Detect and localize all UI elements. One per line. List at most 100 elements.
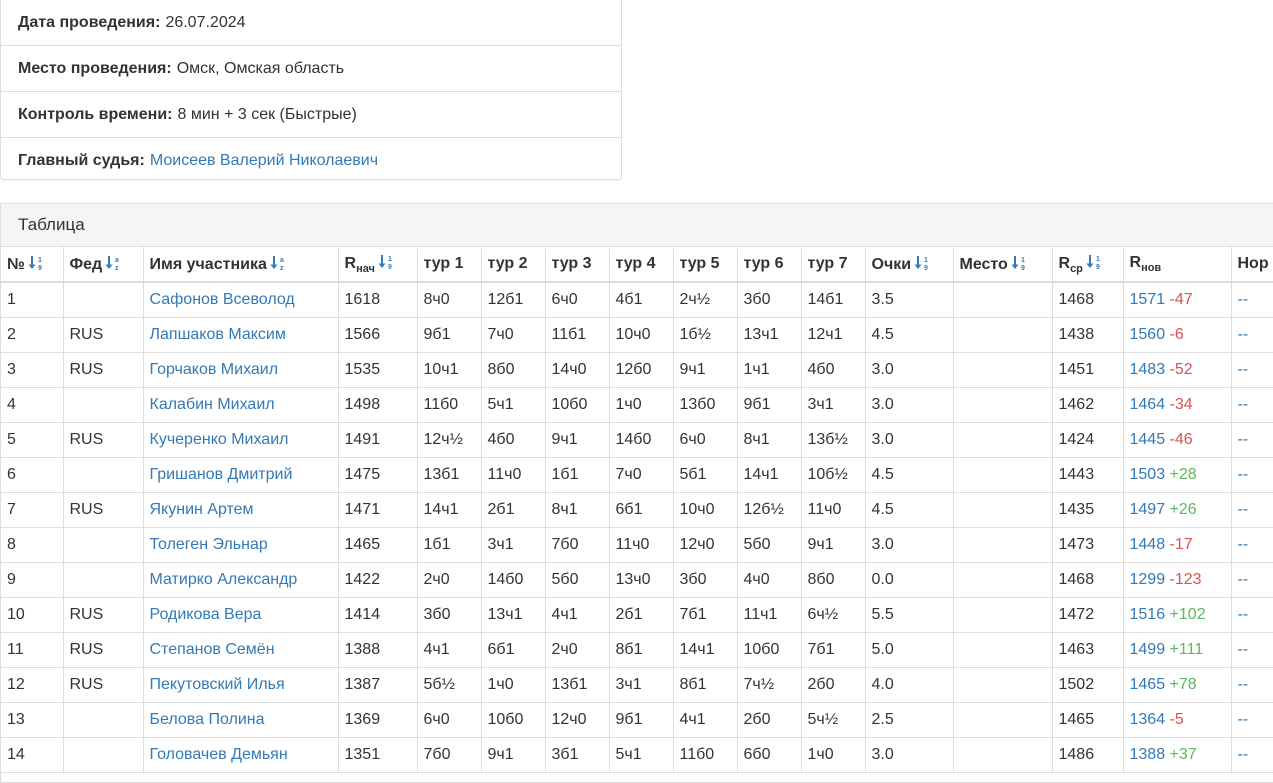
cell-points: 3.5 <box>864 282 954 318</box>
cell-norm[interactable]: -- <box>1230 702 1273 738</box>
cell-player-name[interactable]: Толеген Эльнар <box>142 527 339 563</box>
cell-player-name[interactable]: Пекутовский Илья <box>142 667 339 703</box>
col-header-name[interactable]: Имя участника a z <box>142 247 339 283</box>
svg-text:1: 1 <box>1096 256 1100 263</box>
cell-points: 5.5 <box>864 597 954 633</box>
rating-new-link[interactable]: 1388 <box>1130 746 1166 763</box>
cell-norm[interactable]: -- <box>1230 387 1273 423</box>
rating-new-link[interactable]: 1503 <box>1130 466 1166 483</box>
cell-norm[interactable]: -- <box>1230 667 1273 703</box>
sort-numeric-icon: 19 <box>914 255 928 271</box>
rating-new-link[interactable]: 1445 <box>1130 431 1166 448</box>
cell-rating-start: 1387 <box>337 667 418 703</box>
rating-new-link[interactable]: 1299 <box>1130 571 1166 588</box>
cell-norm[interactable]: -- <box>1230 597 1273 633</box>
cell-player-name[interactable]: Лапшаков Максим <box>142 317 339 353</box>
col-header-rating-start[interactable]: Rнач 1 9 <box>337 247 418 283</box>
cell-rating-start: 1491 <box>337 422 418 458</box>
time-control-label: Контроль времени: <box>18 105 173 123</box>
cell-round-1: 13б1 <box>416 457 482 493</box>
cell-round-5: 8б1 <box>672 667 738 703</box>
cell-norm[interactable]: -- <box>1230 737 1273 773</box>
cell-player-name[interactable]: Белова Полина <box>142 702 339 738</box>
sort-numeric-icon: 19 <box>378 254 392 270</box>
cell-player-name[interactable]: Якунин Артем <box>142 492 339 528</box>
cell-player-name[interactable]: Родикова Вера <box>142 597 339 633</box>
cell-round-5: 3б0 <box>672 562 738 598</box>
cell-round-4: 13ч0 <box>608 562 674 598</box>
cell-player-name[interactable]: Сафонов Всеволод <box>142 282 339 318</box>
cell-fed <box>62 562 144 598</box>
cell-round-2: 7ч0 <box>480 317 546 353</box>
rating-new-link[interactable]: 1560 <box>1130 326 1166 343</box>
cell-player-name[interactable]: Кучеренко Михаил <box>142 422 339 458</box>
cell-num: 1 <box>1 282 64 318</box>
cell-round-5: 11б0 <box>672 737 738 773</box>
rating-delta: +102 <box>1169 606 1206 623</box>
cell-fed <box>62 282 144 318</box>
cell-player-name[interactable]: Матирко Александр <box>142 562 339 598</box>
cell-rating-new: 1388 +37 <box>1122 737 1232 773</box>
col-header-rating-avg[interactable]: Rср 1 9 <box>1051 247 1124 283</box>
cell-norm[interactable]: -- <box>1230 457 1273 493</box>
cell-round-2: 8б0 <box>480 352 546 388</box>
cell-round-3: 11б1 <box>544 317 610 353</box>
cell-points: 3.0 <box>864 527 954 563</box>
cell-round-5: 10ч0 <box>672 492 738 528</box>
cell-round-2: 3ч1 <box>480 527 546 563</box>
standings-table: № 1 9 Фед a z Имя участника a z Rнач 1 9 тур 1 т… <box>1 247 1273 773</box>
cell-place <box>952 667 1053 703</box>
cell-norm[interactable]: -- <box>1230 282 1273 318</box>
cell-round-4: 1ч0 <box>608 387 674 423</box>
svg-text:1: 1 <box>924 257 928 264</box>
cell-norm[interactable]: -- <box>1230 352 1273 388</box>
cell-player-name[interactable]: Степанов Семён <box>142 632 339 668</box>
cell-player-name[interactable]: Калабин Михаил <box>142 387 339 423</box>
chief-judge-link[interactable]: Моисеев Валерий Николаевич <box>150 152 378 170</box>
rating-new-link[interactable]: 1571 <box>1130 291 1166 308</box>
rating-new-link[interactable]: 1516 <box>1130 606 1166 623</box>
sort-numeric-icon: 19 <box>1086 254 1100 270</box>
cell-rating-new: 1499 +111 <box>1122 632 1232 668</box>
rating-new-link[interactable]: 1448 <box>1130 536 1166 553</box>
rating-new-link[interactable]: 1465 <box>1130 676 1166 693</box>
cell-round-6: 8ч1 <box>736 422 802 458</box>
col-header-num[interactable]: № 1 9 <box>1 247 64 283</box>
rating-new-link[interactable]: 1497 <box>1130 501 1166 518</box>
cell-round-3: 1б1 <box>544 457 610 493</box>
sort-alpha-icon: az <box>105 255 119 271</box>
cell-norm[interactable]: -- <box>1230 317 1273 353</box>
col-header-rating-new: Rнов <box>1122 247 1232 283</box>
cell-round-7: 9ч1 <box>800 527 866 563</box>
svg-text:a: a <box>280 257 284 264</box>
rating-new-link[interactable]: 1499 <box>1130 641 1166 658</box>
col-header-place[interactable]: Место 1 9 <box>952 247 1053 283</box>
col-header-fed-label: Фед <box>69 255 103 273</box>
rating-new-link[interactable]: 1483 <box>1130 361 1166 378</box>
rating-delta: +78 <box>1169 676 1197 693</box>
cell-norm[interactable]: -- <box>1230 422 1273 458</box>
col-header-points[interactable]: Очки 1 9 <box>864 247 954 283</box>
cell-player-name[interactable]: Горчаков Михаил <box>142 352 339 388</box>
cell-player-name[interactable]: Гришанов Дмитрий <box>142 457 339 493</box>
cell-round-1: 11б0 <box>416 387 482 423</box>
cell-round-4: 14б0 <box>608 422 674 458</box>
cell-norm[interactable]: -- <box>1230 527 1273 563</box>
cell-round-4: 10ч0 <box>608 317 674 353</box>
cell-round-2: 11ч0 <box>480 457 546 493</box>
cell-num: 8 <box>1 527 64 563</box>
cell-player-name[interactable]: Головачев Демьян <box>142 737 339 773</box>
cell-fed <box>62 387 144 423</box>
cell-round-2: 6б1 <box>480 632 546 668</box>
cell-norm[interactable]: -- <box>1230 492 1273 528</box>
place-label: Место проведения: <box>18 59 172 77</box>
rating-new-link[interactable]: 1364 <box>1130 711 1166 728</box>
col-header-fed[interactable]: Фед a z <box>62 247 144 283</box>
table-row: 7 RUS Якунин Артем 1471 14ч1 2б1 8ч1 6б1 10ч0 12б… <box>1 492 1273 528</box>
svg-text:9: 9 <box>38 265 42 271</box>
cell-place <box>952 317 1053 353</box>
cell-norm[interactable]: -- <box>1230 562 1273 598</box>
cell-norm[interactable]: -- <box>1230 632 1273 668</box>
cell-round-6: 4ч0 <box>736 562 802 598</box>
rating-new-link[interactable]: 1464 <box>1130 396 1166 413</box>
